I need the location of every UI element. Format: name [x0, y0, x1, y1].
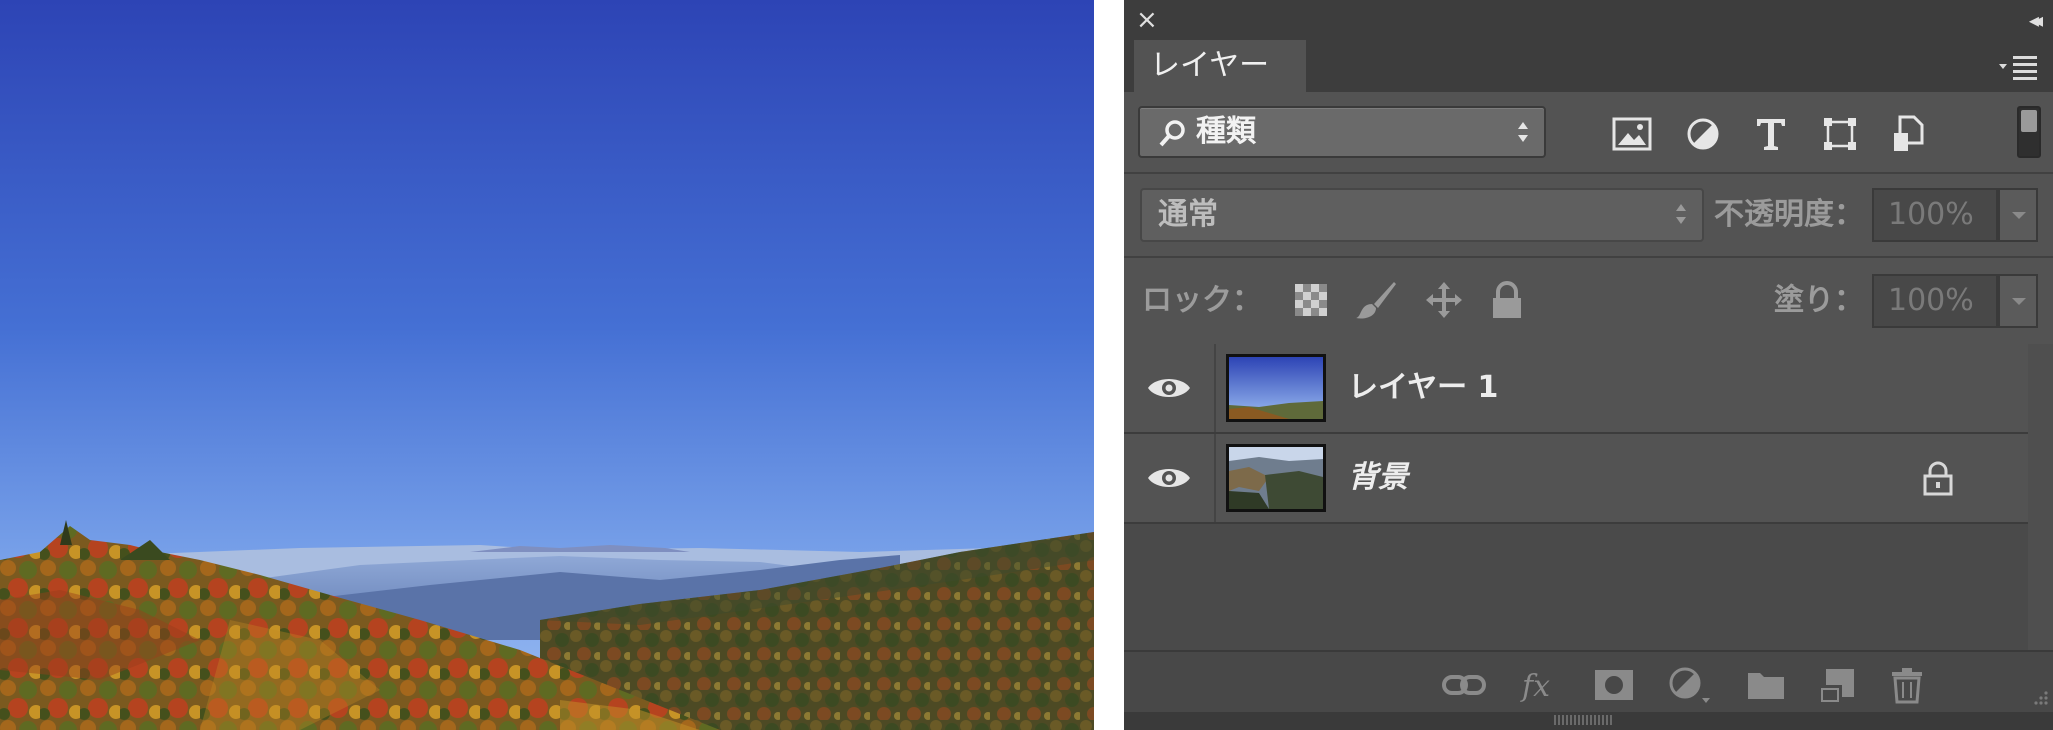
layers-panel: × ◂◂ レイヤー 種類 通常 不透明度： 100% ロック： 塗り： 100%…	[1124, 0, 2053, 730]
updown-arrows-icon	[1676, 204, 1686, 224]
layer-thumbnail	[1226, 354, 1326, 422]
panel-resize-handle[interactable]	[1554, 715, 1614, 725]
layer-lock-icon[interactable]	[1922, 460, 1954, 496]
search-icon	[1159, 120, 1185, 147]
lock-label: ロック：	[1142, 283, 1262, 318]
landscape-thumbnail-image	[1229, 447, 1323, 509]
fill-field[interactable]: 100%	[1872, 274, 1998, 328]
row-separator	[1124, 522, 2028, 524]
opacity-dropdown-button[interactable]	[1998, 188, 2038, 242]
filter-toggle-switch[interactable]	[2017, 106, 2041, 158]
bottom-toolbar-icons: fx	[1442, 666, 1924, 704]
visibility-cell[interactable]	[1124, 434, 1216, 522]
lock-image-icon[interactable]	[1354, 280, 1398, 320]
lock-icons	[1294, 280, 1524, 320]
shape-filter-icon[interactable]	[1822, 116, 1858, 152]
adjustment-filter-icon[interactable]	[1686, 117, 1720, 151]
visibility-cell[interactable]	[1124, 344, 1216, 432]
panel-titlebar: × ◂◂	[1124, 0, 2053, 40]
opacity-label: 不透明度：	[1714, 197, 1864, 232]
layer-thumbnail	[1226, 444, 1326, 512]
layer-row-background[interactable]: 背景	[1124, 434, 2028, 524]
eye-icon[interactable]	[1146, 464, 1192, 492]
blend-mode-value: 通常	[1158, 197, 1218, 232]
opacity-field[interactable]: 100%	[1872, 188, 1998, 242]
adjustment-layer-icon[interactable]	[1668, 666, 1712, 704]
collapse-panel-icon[interactable]: ◂◂	[2029, 6, 2043, 34]
tab-layers[interactable]: レイヤー	[1134, 40, 1306, 92]
filter-kind-label: 種類	[1196, 114, 1256, 149]
blend-mode-select[interactable]: 通常	[1140, 188, 1704, 242]
close-icon[interactable]: ×	[1136, 4, 1158, 36]
group-folder-icon[interactable]	[1746, 669, 1786, 701]
filter-type-icons	[1612, 114, 1924, 154]
toggle-knob	[2021, 110, 2037, 132]
layers-list: レイヤー 1 背景	[1124, 344, 2028, 650]
panel-footer	[1124, 712, 2053, 730]
lock-all-icon[interactable]	[1490, 280, 1524, 320]
panel-tabbar: レイヤー	[1124, 40, 2053, 92]
sky-thumbnail-image	[1229, 357, 1323, 419]
panel-menu-icon[interactable]	[1997, 50, 2041, 82]
filter-row: 種類	[1124, 92, 2053, 172]
lock-position-icon[interactable]	[1424, 280, 1464, 320]
layer-name[interactable]: 背景	[1348, 434, 1408, 522]
type-filter-icon[interactable]	[1754, 116, 1788, 152]
resize-grip-icon[interactable]	[2029, 688, 2049, 708]
scrollbar-track[interactable]	[2028, 344, 2053, 650]
link-layers-icon[interactable]	[1442, 672, 1486, 698]
updown-arrows-icon	[1518, 122, 1528, 142]
svg-text:fx: fx	[1520, 669, 1550, 702]
trash-icon[interactable]	[1890, 666, 1924, 704]
mask-icon[interactable]	[1594, 669, 1634, 701]
image-filter-icon[interactable]	[1612, 117, 1652, 151]
fx-icon[interactable]: fx	[1520, 668, 1560, 702]
lock-transparent-icon[interactable]	[1294, 283, 1328, 317]
fill-dropdown-button[interactable]	[1998, 274, 2038, 328]
fill-label: 塗り：	[1774, 283, 1864, 318]
blend-row: 通常 不透明度： 100%	[1124, 174, 2053, 256]
filter-kind-select[interactable]: 種類	[1138, 106, 1546, 158]
layer-name[interactable]: レイヤー 1	[1348, 344, 1498, 432]
canvas-photo	[0, 0, 1094, 730]
landscape-image	[0, 0, 1094, 730]
eye-icon[interactable]	[1146, 374, 1192, 402]
lock-row: ロック： 塗り： 100%	[1124, 258, 2053, 344]
smart-object-filter-icon[interactable]	[1892, 115, 1924, 153]
layer-row-layer1[interactable]: レイヤー 1	[1124, 344, 2028, 434]
layers-bottom-toolbar: fx	[1124, 650, 2053, 712]
new-layer-icon[interactable]	[1820, 667, 1856, 703]
